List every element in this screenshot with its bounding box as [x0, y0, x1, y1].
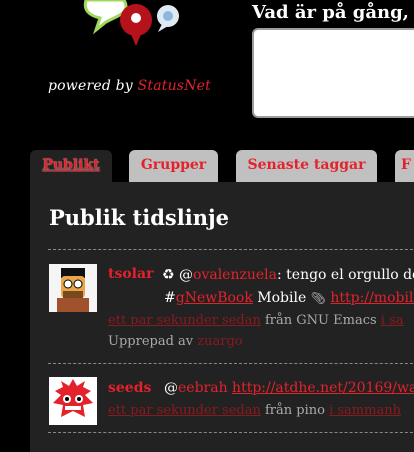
powered-by-prefix: powered by [48, 78, 133, 94]
tab-label: Publikt [42, 157, 100, 173]
tab-partial[interactable]: F [395, 150, 414, 184]
avatar[interactable] [49, 264, 97, 312]
notice-author[interactable]: tsolar [108, 266, 153, 282]
tab-senaste-taggar[interactable]: Senaste taggar [236, 150, 377, 184]
divider [48, 249, 414, 250]
divider [48, 432, 414, 433]
mention-link[interactable]: ovalenzuela [193, 267, 277, 283]
statusnet-logo [83, 0, 179, 46]
avatar[interactable] [49, 377, 97, 425]
repeated-by-user[interactable]: zuargo [197, 334, 242, 349]
divider [48, 363, 414, 364]
at-sign: @ [179, 267, 194, 283]
notice-timestamp[interactable]: ett par sekunder sedan [108, 403, 261, 418]
tab-grupper[interactable]: Grupper [129, 150, 218, 184]
tab-label: F [401, 157, 411, 173]
notice-text-line-1: ♻ @ovalenzuela: tengo el orgullo de [162, 267, 414, 283]
notice-meta: ett par sekunder sedan från GNU Emacs i … [108, 313, 404, 328]
notice-text-line-1: @eebrah http://atdhe.net/20169/wa [164, 380, 414, 396]
repeat-icon: ♻ [162, 267, 175, 283]
hashtag-link[interactable]: gNewBook [176, 290, 253, 306]
mention-link[interactable]: eebrah [178, 380, 228, 396]
notice-source: från pino [260, 403, 330, 418]
notice-text-line-2: #gNewBook Mobile 📎︎ http://mobile. [164, 290, 414, 306]
notice-timestamp[interactable]: ett par sekunder sedan [108, 313, 261, 328]
notice-author[interactable]: seeds [108, 380, 151, 396]
notice-text: Mobile [252, 290, 311, 306]
page-title: Publik tidslinje [49, 205, 229, 230]
notice-url-link[interactable]: http://atdhe.net/20169/wa [232, 380, 414, 396]
notice-meta: ett par sekunder sedan från pino i samma… [108, 403, 401, 418]
statusnet-link[interactable]: StatusNet [138, 78, 211, 94]
notice-text: : tengo el orgullo de [276, 267, 414, 283]
tab-label: Grupper [140, 157, 207, 173]
tab-label: Senaste taggar [247, 157, 366, 173]
hash-sign: # [164, 290, 176, 306]
timeline-tabs: Publikt Grupper Senaste taggar F [0, 150, 414, 184]
notice-item: tsolar ♻ @ovalenzuela: tengo el orgullo … [48, 258, 414, 358]
notice-form-title: Vad är på gång, [252, 2, 409, 23]
attachment-link[interactable]: http://mobile. [330, 290, 414, 306]
tab-publikt[interactable]: Publikt [30, 150, 112, 184]
repeated-by: Upprepad av zuargo [108, 334, 243, 349]
context-link[interactable]: i sa [381, 313, 404, 328]
notice-source: från GNU Emacs [260, 313, 381, 328]
paperclip-icon: 📎︎ [310, 291, 326, 305]
repeated-by-label: Upprepad av [108, 334, 198, 349]
at-sign: @ [164, 380, 178, 396]
context-link[interactable]: i sammanh [329, 403, 401, 418]
notice-item: seeds @eebrah http://atdhe.net/20169/wa … [48, 370, 414, 439]
powered-by: powered by StatusNet [48, 78, 211, 94]
notice-textarea[interactable] [252, 28, 414, 118]
